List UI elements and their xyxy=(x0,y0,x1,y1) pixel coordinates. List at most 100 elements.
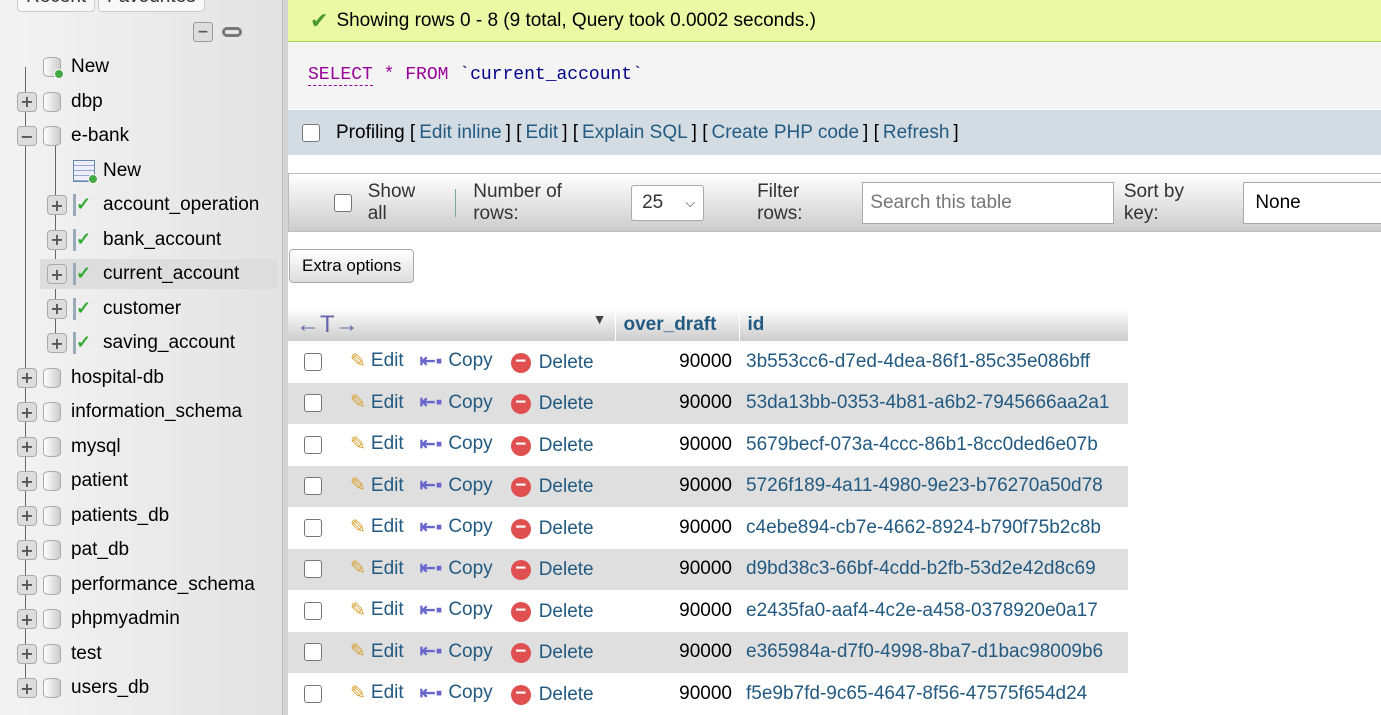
sidebar-item[interactable]: + patient xyxy=(17,466,128,496)
edit-button[interactable]: ✎ Edit xyxy=(350,516,404,539)
copy-button[interactable]: ⇤▪ Copy xyxy=(420,516,493,539)
sidebar-item[interactable]: + hospital-db xyxy=(17,363,164,393)
delete-button[interactable]: − Delete xyxy=(510,476,594,498)
sidebar-item[interactable]: + users_db xyxy=(17,673,149,703)
expand-icon[interactable]: + xyxy=(47,264,67,284)
sidebar-item[interactable]: − e-bank xyxy=(17,121,129,151)
cell-id[interactable]: 5679becf-073a-4ccc-86b1-8cc0ded6e07b xyxy=(739,424,1128,466)
favourites-button[interactable]: Favourites xyxy=(98,0,205,12)
recent-button[interactable]: Recent xyxy=(17,0,96,12)
sidebar-item[interactable]: + ✓ customer xyxy=(47,294,181,324)
collapse-all-icon[interactable]: − xyxy=(193,22,213,42)
show-all-checkbox[interactable] xyxy=(334,193,352,212)
expand-icon[interactable]: + xyxy=(17,574,37,595)
cell-over-draft[interactable]: 90000 xyxy=(615,673,739,715)
copy-button[interactable]: ⇤▪ Copy xyxy=(420,557,493,580)
rows-per-page-select[interactable]: 25 ⌵ xyxy=(631,184,705,221)
expand-icon[interactable]: + xyxy=(17,436,37,457)
sidebar-item[interactable]: + patients_db xyxy=(17,501,169,531)
sidebar-item[interactable]: + mysql xyxy=(17,432,121,462)
edit-button[interactable]: ✎ Edit xyxy=(350,640,404,663)
cell-over-draft[interactable]: 90000 xyxy=(615,548,739,590)
row-checkbox[interactable] xyxy=(304,560,322,579)
sidebar-item[interactable]: + ✓ current_account xyxy=(40,259,278,289)
column-header-id[interactable]: id xyxy=(739,308,1129,341)
edit-button[interactable]: ✎ Edit xyxy=(350,391,404,414)
row-checkbox[interactable] xyxy=(304,601,322,620)
explain-sql-link[interactable]: Explain SQL xyxy=(582,122,688,144)
delete-button[interactable]: − Delete xyxy=(510,684,594,706)
row-checkbox[interactable] xyxy=(304,643,322,662)
expand-icon[interactable]: + xyxy=(17,678,37,698)
cell-over-draft[interactable]: 90000 xyxy=(615,341,739,383)
cell-id[interactable]: 53da13bb-0353-4b81-a6b2-7945666aa2a1 xyxy=(739,382,1128,424)
row-checkbox[interactable] xyxy=(304,352,322,371)
sql-keyword-select[interactable]: SELECT xyxy=(308,65,373,86)
cell-over-draft[interactable]: 90000 xyxy=(615,631,739,673)
sidebar-item[interactable]: New xyxy=(47,156,141,186)
edit-inline-link[interactable]: Edit inline xyxy=(419,122,501,144)
profiling-checkbox[interactable] xyxy=(302,123,320,142)
create-php-code-link[interactable]: Create PHP code xyxy=(712,122,860,144)
cell-id[interactable]: e2435fa0-aaf4-4c2e-a458-0378920e0a17 xyxy=(739,590,1128,632)
delete-button[interactable]: − Delete xyxy=(510,435,594,457)
delete-button[interactable]: − Delete xyxy=(510,642,594,664)
cell-over-draft[interactable]: 90000 xyxy=(615,382,739,424)
sidebar-item[interactable]: + ✓ bank_account xyxy=(47,225,221,255)
copy-button[interactable]: ⇤▪ Copy xyxy=(420,682,493,705)
expand-icon[interactable]: + xyxy=(47,195,67,215)
refresh-link[interactable]: Refresh xyxy=(883,122,950,144)
edit-button[interactable]: ✎ Edit xyxy=(350,557,404,580)
sidebar-item[interactable]: New xyxy=(17,52,109,82)
expand-icon[interactable]: + xyxy=(17,91,37,112)
row-checkbox[interactable] xyxy=(304,477,322,496)
edit-button[interactable]: ✎ Edit xyxy=(350,682,404,705)
delete-button[interactable]: − Delete xyxy=(510,601,594,623)
expand-icon[interactable]: + xyxy=(17,505,37,526)
edit-button[interactable]: ✎ Edit xyxy=(350,350,404,373)
sidebar-item[interactable]: + ✓ saving_account xyxy=(47,328,235,358)
cell-id[interactable]: c4ebe894-cb7e-4662-8924-b790f75b2c8b xyxy=(739,507,1128,549)
expand-icon[interactable]: + xyxy=(17,471,37,491)
row-checkbox[interactable] xyxy=(304,394,322,413)
edit-button[interactable]: ✎ Edit xyxy=(350,433,404,456)
collapse-icon[interactable]: − xyxy=(17,126,37,146)
sidebar-item[interactable]: + ✓ account_operation xyxy=(47,190,259,220)
column-arrows-icon[interactable]: ←T→ xyxy=(296,311,359,338)
cell-id[interactable]: 5726f189-4a11-4980-9e23-b76270a50d78 xyxy=(739,465,1128,507)
sidebar-item[interactable]: + test xyxy=(17,639,102,669)
link-icon[interactable] xyxy=(222,27,242,37)
sidebar-item[interactable]: + performance_schema xyxy=(17,570,255,600)
column-resize-header[interactable]: ←T→ ▼ xyxy=(288,308,616,341)
cell-id[interactable]: 3b553cc6-d7ed-4dea-86f1-85c35e086bff xyxy=(739,341,1128,383)
sidebar-item[interactable]: + pat_db xyxy=(17,535,129,565)
column-header-over-draft[interactable]: over_draft xyxy=(615,308,740,341)
row-checkbox[interactable] xyxy=(304,518,322,537)
delete-button[interactable]: − Delete xyxy=(510,559,594,581)
copy-button[interactable]: ⇤▪ Copy xyxy=(420,391,493,414)
sort-by-key-select[interactable]: None xyxy=(1243,181,1381,224)
sidebar-item[interactable]: + dbp xyxy=(17,87,103,117)
delete-button[interactable]: − Delete xyxy=(510,393,594,415)
copy-button[interactable]: ⇤▪ Copy xyxy=(420,474,493,497)
copy-button[interactable]: ⇤▪ Copy xyxy=(420,433,493,456)
expand-icon[interactable]: + xyxy=(17,540,37,560)
sidebar-item[interactable]: + information_schema xyxy=(17,397,242,427)
cell-over-draft[interactable]: 90000 xyxy=(615,424,739,466)
sort-dropdown-icon[interactable]: ▼ xyxy=(593,311,607,327)
expand-icon[interactable]: + xyxy=(17,402,37,422)
cell-id[interactable]: e365984a-d7f0-4998-8ba7-d1bac98009b6 xyxy=(739,631,1128,673)
edit-link[interactable]: Edit xyxy=(525,122,558,144)
row-checkbox[interactable] xyxy=(304,684,322,703)
expand-icon[interactable]: + xyxy=(47,229,67,250)
copy-button[interactable]: ⇤▪ Copy xyxy=(420,640,493,663)
cell-over-draft[interactable]: 90000 xyxy=(615,590,739,632)
edit-button[interactable]: ✎ Edit xyxy=(350,474,404,497)
copy-button[interactable]: ⇤▪ Copy xyxy=(420,350,493,373)
filter-rows-input[interactable]: Search this table xyxy=(862,181,1114,224)
copy-button[interactable]: ⇤▪ Copy xyxy=(420,599,493,622)
expand-icon[interactable]: + xyxy=(47,298,67,319)
row-checkbox[interactable] xyxy=(304,435,322,454)
expand-icon[interactable]: + xyxy=(17,367,37,388)
sidebar-item[interactable]: + phpmyadmin xyxy=(17,604,180,634)
